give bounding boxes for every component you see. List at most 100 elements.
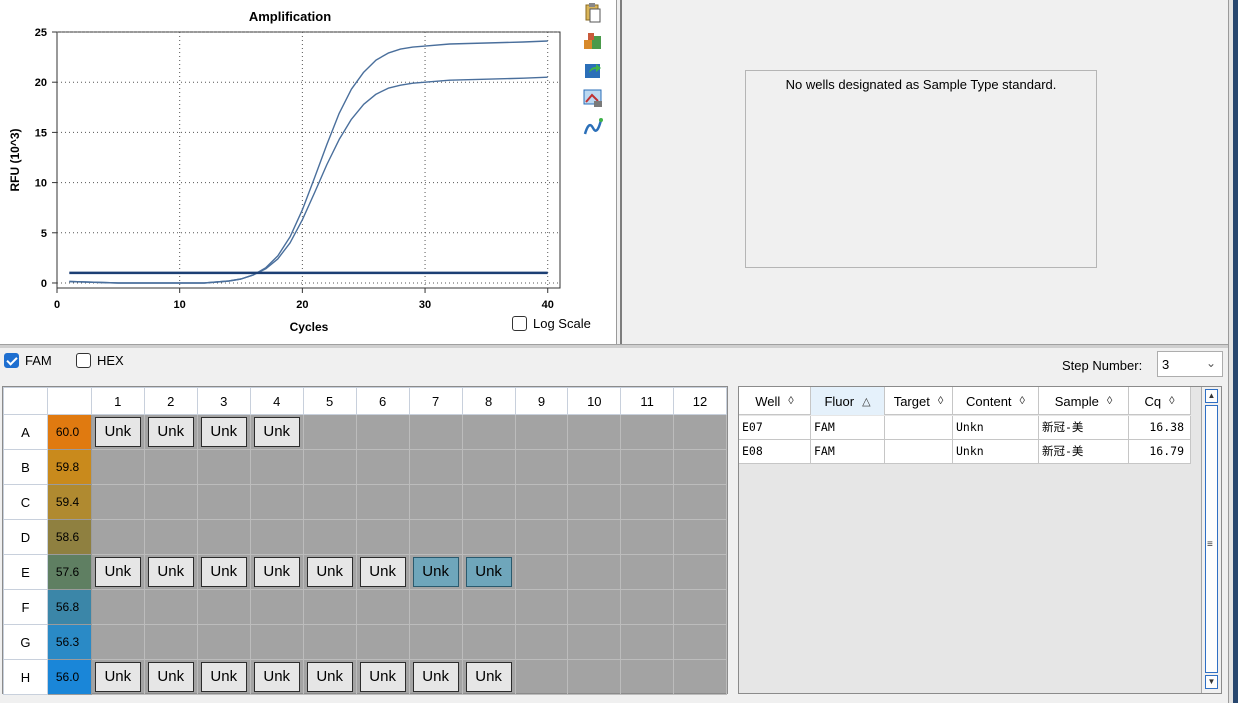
plate-well[interactable] xyxy=(567,554,622,590)
image-icon[interactable] xyxy=(582,87,604,109)
plate-well[interactable] xyxy=(673,554,727,590)
well-content-label[interactable]: Unk xyxy=(94,557,141,587)
well-content-label[interactable]: Unk xyxy=(253,557,300,587)
plate-column-header[interactable]: 4 xyxy=(249,387,304,415)
plate-well[interactable] xyxy=(143,484,198,520)
plate-well[interactable] xyxy=(355,484,410,520)
plate-row-header[interactable]: E xyxy=(3,554,48,590)
plate-well[interactable] xyxy=(567,659,622,695)
plate-well[interactable] xyxy=(355,589,410,625)
plate-well[interactable] xyxy=(673,659,727,695)
plate-well[interactable] xyxy=(196,519,251,555)
well-content-label[interactable]: Unk xyxy=(147,557,194,587)
fluor-fam-toggle[interactable]: FAM xyxy=(4,353,52,368)
scroll-down-icon[interactable]: ▼ xyxy=(1205,675,1218,689)
plate-column-header[interactable]: 2 xyxy=(143,387,198,415)
plate-well[interactable] xyxy=(249,624,304,660)
well-content-label[interactable]: Unk xyxy=(359,557,406,587)
plate-well[interactable] xyxy=(408,414,463,450)
plate-well[interactable] xyxy=(355,519,410,555)
plate-well[interactable] xyxy=(620,659,675,695)
plate-column-header[interactable]: 3 xyxy=(196,387,251,415)
results-column-header[interactable]: Content ◊ xyxy=(953,387,1039,415)
table-row[interactable]: E08 FAM Unkn 新冠-美 16.79 xyxy=(739,440,1191,464)
plate-well[interactable] xyxy=(355,624,410,660)
well-content-label[interactable]: Unk xyxy=(359,662,406,692)
plate-well[interactable] xyxy=(355,414,410,450)
plate-well[interactable] xyxy=(143,519,198,555)
plate-well[interactable] xyxy=(673,624,727,660)
plate-well[interactable] xyxy=(673,449,727,485)
plate-well[interactable] xyxy=(620,589,675,625)
plate-well[interactable] xyxy=(620,449,675,485)
plate-well[interactable]: Unk xyxy=(355,659,410,695)
plate-well[interactable] xyxy=(302,414,357,450)
table-row[interactable]: E07 FAM Unkn 新冠-美 16.38 xyxy=(739,416,1191,440)
plate-column-header[interactable]: 1 xyxy=(90,387,145,415)
sort-icon[interactable]: ◊ xyxy=(1020,395,1025,407)
plate-well[interactable] xyxy=(302,624,357,660)
plate-well[interactable]: Unk xyxy=(196,659,251,695)
plate-well[interactable] xyxy=(514,484,569,520)
plate-well[interactable] xyxy=(302,589,357,625)
copy-icon[interactable] xyxy=(582,2,604,24)
well-content-label[interactable]: Unk xyxy=(412,662,459,692)
well-content-label[interactable]: Unk xyxy=(200,662,247,692)
vertical-splitter[interactable] xyxy=(616,0,622,344)
plate-well[interactable] xyxy=(620,554,675,590)
plate-well[interactable] xyxy=(408,589,463,625)
well-content-label[interactable]: Unk xyxy=(465,662,512,692)
sort-icon[interactable]: ◊ xyxy=(788,395,793,407)
plate-well[interactable] xyxy=(514,554,569,590)
plate-well[interactable] xyxy=(90,484,145,520)
well-content-label[interactable]: Unk xyxy=(253,417,300,447)
well-content-label[interactable]: Unk xyxy=(306,557,353,587)
plate-row-header[interactable]: D xyxy=(3,519,48,555)
plate-well[interactable] xyxy=(143,449,198,485)
plate-well[interactable]: Unk xyxy=(143,554,198,590)
plate-well[interactable] xyxy=(514,624,569,660)
plate-well[interactable] xyxy=(514,519,569,555)
well-content-label[interactable]: Unk xyxy=(200,557,247,587)
plate-row-header[interactable]: F xyxy=(3,589,48,625)
results-scrollbar[interactable]: ▲ ≡ ▼ xyxy=(1201,387,1221,693)
well-content-label[interactable]: Unk xyxy=(200,417,247,447)
plate-well[interactable] xyxy=(514,659,569,695)
sort-icon[interactable]: ◊ xyxy=(1107,395,1112,407)
plate-row-header[interactable]: H xyxy=(3,659,48,695)
plate-well[interactable]: Unk xyxy=(355,554,410,590)
plate-row-header[interactable]: G xyxy=(3,624,48,660)
plate-well[interactable] xyxy=(567,449,622,485)
plate-well[interactable]: Unk xyxy=(90,414,145,450)
results-column-header[interactable]: Cq ◊ xyxy=(1129,387,1191,415)
log-scale-toggle[interactable]: Log Scale xyxy=(512,316,591,331)
plate-row-header[interactable]: B xyxy=(3,449,48,485)
plate-well[interactable]: Unk xyxy=(90,554,145,590)
plate-corner[interactable] xyxy=(3,387,48,415)
plate-well[interactable] xyxy=(620,484,675,520)
plate-well[interactable] xyxy=(567,519,622,555)
plate-column-header[interactable]: 5 xyxy=(302,387,357,415)
plate-well[interactable] xyxy=(461,449,516,485)
plate-well[interactable] xyxy=(461,414,516,450)
plate-well[interactable]: Unk xyxy=(302,554,357,590)
plate-well[interactable] xyxy=(408,484,463,520)
results-column-header[interactable]: Target ◊ xyxy=(885,387,953,415)
plate-well[interactable] xyxy=(196,589,251,625)
plate-well[interactable] xyxy=(90,519,145,555)
results-column-header[interactable]: Sample ◊ xyxy=(1039,387,1129,415)
plate-well[interactable] xyxy=(461,624,516,660)
plate-well[interactable] xyxy=(620,414,675,450)
results-column-header[interactable]: Well ◊ xyxy=(739,387,811,415)
plate-well[interactable]: Unk xyxy=(461,659,516,695)
well-content-label[interactable]: Unk xyxy=(94,417,141,447)
plate-well[interactable] xyxy=(514,414,569,450)
well-content-label[interactable]: Unk xyxy=(147,662,194,692)
plate-column-header[interactable]: 10 xyxy=(567,387,622,415)
plate-well[interactable] xyxy=(673,484,727,520)
plate-well[interactable]: Unk xyxy=(408,659,463,695)
plate-well[interactable]: Unk xyxy=(143,414,198,450)
plate-column-header[interactable]: 11 xyxy=(620,387,675,415)
well-content-label[interactable]: Unk xyxy=(94,662,141,692)
plate-well[interactable] xyxy=(302,449,357,485)
